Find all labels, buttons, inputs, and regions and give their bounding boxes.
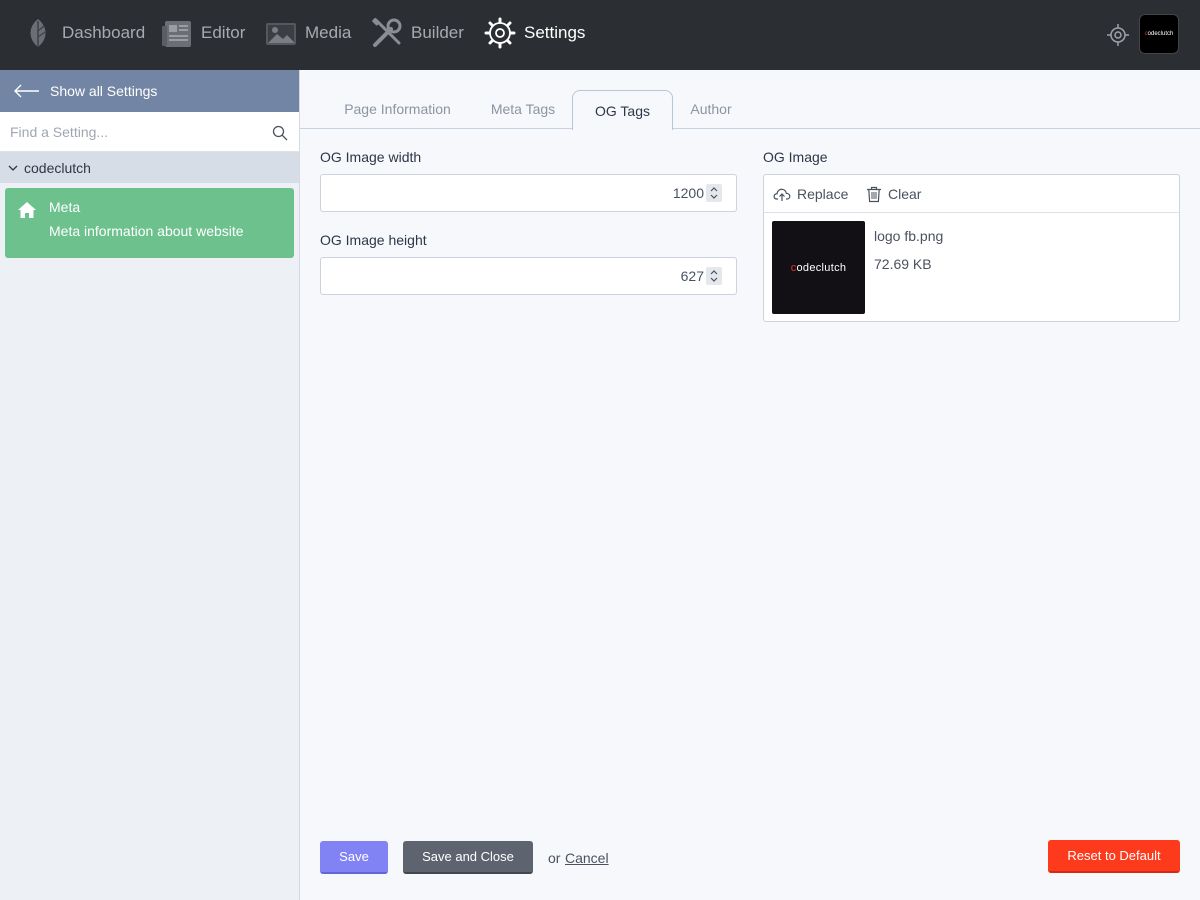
save-and-close-button[interactable]: Save and Close — [403, 841, 533, 874]
cloud-upload-icon — [773, 188, 791, 201]
nav-builder[interactable]: Builder — [371, 0, 464, 66]
settings-tabs: Page Information Meta Tags OG Tags Autho… — [300, 70, 1200, 130]
leaf-icon — [30, 19, 46, 47]
og-image-height-value: 627 — [680, 268, 704, 284]
tab-author-label: Author — [690, 101, 732, 117]
gear-icon — [484, 17, 516, 49]
tab-og-tags[interactable]: OG Tags — [572, 90, 673, 130]
number-spinner-icon[interactable] — [706, 267, 722, 285]
nav-dashboard-label: Dashboard — [62, 23, 146, 42]
settings-item-meta-title: Meta — [49, 199, 81, 215]
tab-author[interactable]: Author — [682, 90, 740, 128]
og-image-file-name: logo fb.png — [874, 228, 944, 244]
tab-meta-tags-label: Meta Tags — [490, 101, 556, 117]
home-icon — [18, 202, 36, 218]
show-all-settings-label: Show all Settings — [50, 83, 158, 99]
chevron-down-icon — [8, 165, 18, 171]
show-all-settings-button[interactable]: Show all Settings — [0, 70, 299, 112]
tab-page-information-label: Page Information — [344, 101, 451, 117]
cancel-link[interactable]: Cancel — [565, 850, 609, 866]
clear-image-button[interactable]: Clear — [866, 182, 921, 206]
logo-text-rest: odeclutch — [1147, 31, 1174, 37]
tab-og-tags-label: OG Tags — [595, 102, 650, 119]
nav-media-label: Media — [305, 23, 352, 42]
og-image-height-label: OG Image height — [320, 232, 427, 248]
settings-sidebar: Show all Settings codeclutch Meta Meta i… — [0, 70, 300, 900]
replace-image-button[interactable]: Replace — [773, 182, 848, 206]
og-image-file-size: 72.69 KB — [874, 256, 932, 272]
top-navigation-bar: Dashboard Editor Media Builder Settings … — [0, 0, 1200, 70]
save-button[interactable]: Save — [320, 841, 388, 874]
settings-group-codeclutch[interactable]: codeclutch — [0, 152, 299, 183]
search-icon[interactable] — [272, 125, 288, 141]
nav-settings-label: Settings — [524, 23, 586, 42]
og-image-width-input[interactable]: 1200 — [320, 174, 737, 212]
og-image-thumbnail[interactable]: c odeclutch — [772, 221, 865, 314]
trash-icon — [867, 186, 881, 202]
og-image-width-label: OG Image width — [320, 149, 422, 165]
image-icon — [266, 23, 296, 45]
nav-settings[interactable]: Settings — [484, 0, 585, 66]
settings-group-label: codeclutch — [24, 159, 91, 176]
settings-search — [0, 112, 299, 152]
number-spinner-icon[interactable] — [706, 184, 722, 202]
nav-editor-label: Editor — [201, 23, 246, 42]
nav-builder-label: Builder — [411, 23, 464, 42]
nav-editor[interactable]: Editor — [161, 0, 245, 66]
tab-page-information[interactable]: Page Information — [330, 90, 465, 128]
settings-search-input[interactable] — [0, 112, 260, 152]
og-image-height-input[interactable]: 627 — [320, 257, 737, 295]
clear-image-label: Clear — [888, 186, 922, 202]
settings-item-meta-description: Meta information about website — [49, 223, 244, 239]
nav-dashboard[interactable]: Dashboard — [22, 0, 145, 66]
tools-icon — [372, 17, 402, 47]
crosshair-icon[interactable] — [1106, 23, 1130, 47]
og-image-field: Replace Clear c odeclutch logo fb.png 72.… — [763, 174, 1180, 322]
or-text: or — [548, 850, 561, 866]
og-image-toolbar: Replace Clear — [764, 175, 1179, 213]
thumbnail-text-rest: odeclutch — [796, 261, 847, 274]
replace-image-label: Replace — [797, 186, 849, 202]
og-image-width-value: 1200 — [672, 185, 704, 201]
arrow-left-icon — [14, 84, 39, 98]
settings-item-meta[interactable]: Meta Meta information about website — [5, 188, 294, 258]
og-image-label: OG Image — [763, 149, 828, 165]
newspaper-icon — [162, 21, 191, 47]
reset-to-default-button[interactable]: Reset to Default — [1048, 840, 1180, 873]
nav-media[interactable]: Media — [265, 0, 351, 66]
tab-meta-tags[interactable]: Meta Tags — [476, 90, 570, 128]
site-logo[interactable]: c odeclutch — [1139, 14, 1179, 54]
